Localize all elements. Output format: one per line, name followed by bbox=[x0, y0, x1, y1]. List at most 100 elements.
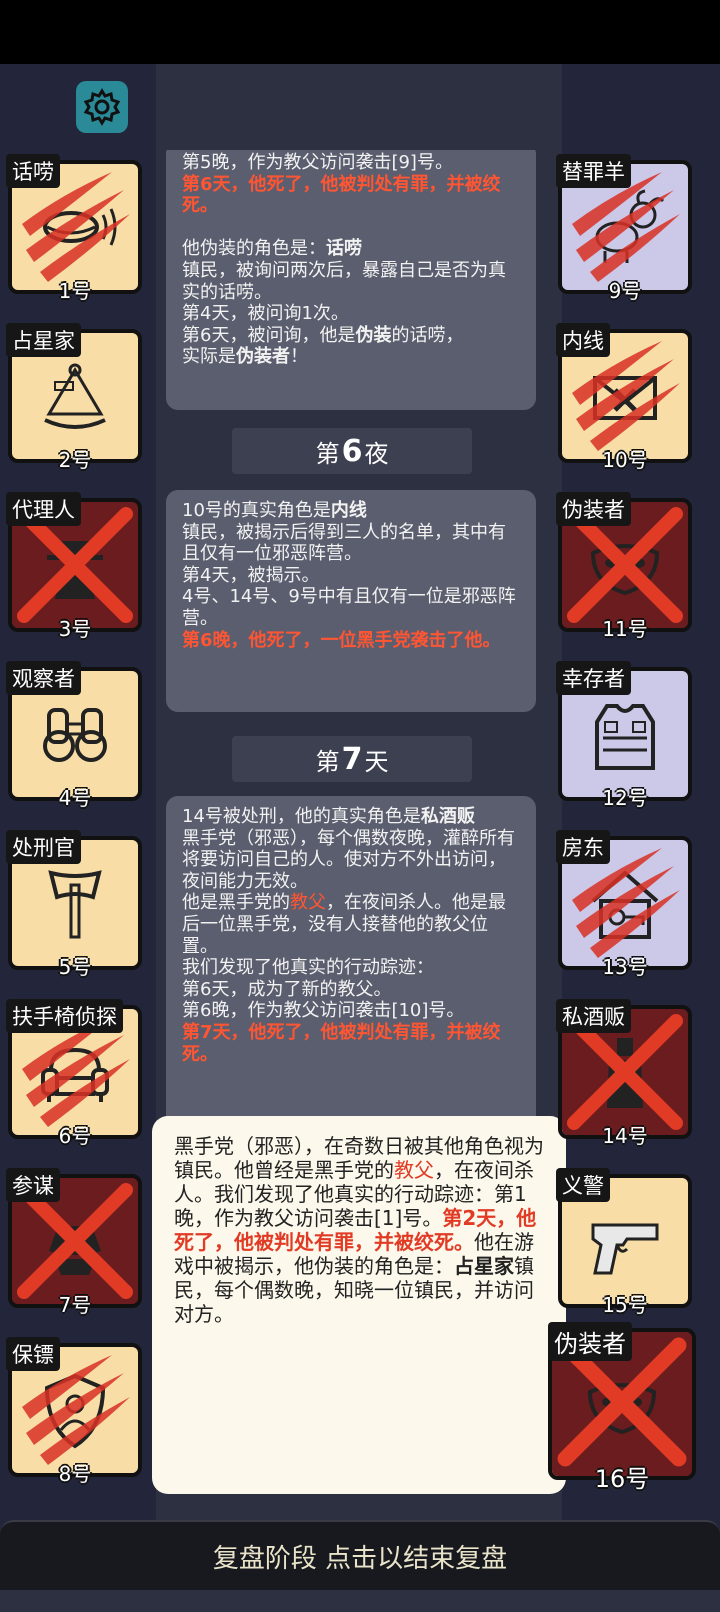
log-text: 10号的真实角色是 bbox=[182, 500, 331, 521]
log-line: 第6天，他死了，他被判处有罪，并被绞死。 bbox=[182, 173, 501, 217]
shield-icon bbox=[44, 1373, 106, 1449]
mask-icon bbox=[587, 1383, 657, 1435]
log-header-day7: 第7天 bbox=[232, 736, 472, 782]
header-prefix: 第 bbox=[315, 439, 340, 468]
role-highlight: 占星家 bbox=[454, 1254, 514, 1278]
log-line: 第6晚，作为教父访问袭击[10]号。 bbox=[182, 1000, 465, 1022]
log-text: 的话唠， bbox=[391, 324, 464, 346]
seat-number: 7号 bbox=[58, 1293, 92, 1317]
log-line: 第4天，被问询1次。 bbox=[182, 303, 349, 325]
log-line: 第4天，被揭示。 bbox=[182, 564, 320, 586]
log-line: 第6晚，他死了，一位黑手党袭击了他。 bbox=[182, 629, 501, 651]
log-line: 我们发现了他真实的行动踪迹： bbox=[214, 1182, 494, 1206]
log-line: 镇民，被询问两次后，暴露自己是否为真实的话唠。 bbox=[182, 259, 506, 303]
binoculars-icon bbox=[43, 708, 107, 762]
role-highlight: 教父 bbox=[394, 1158, 434, 1182]
role-detail-popup[interactable]: 黑手党（邪恶），在奇数日被其他角色视为镇民。他曾经是黑手党的教父，在夜间杀人。我… bbox=[152, 1116, 566, 1494]
log-text: 14号被处刑，他的真实角色是 bbox=[182, 806, 421, 827]
player-card[interactable]: 伪装者 11号 bbox=[556, 492, 692, 641]
game-log[interactable]: 第5晚，作为教父访问袭击[9]号。 第6天，他死了，他被判处有罪，并被绞死。 他伪… bbox=[152, 150, 562, 1130]
armchair-icon bbox=[41, 1047, 109, 1102]
end-review-button[interactable]: 复盘阶段 点击以结束复盘 bbox=[0, 1520, 720, 1590]
envelope-icon bbox=[593, 376, 657, 420]
seat-number: 4号 bbox=[58, 786, 92, 810]
log-text: ！ bbox=[290, 346, 308, 368]
role-name: 伪装者 bbox=[548, 1322, 632, 1361]
log-line: 他是黑手党的教父，在夜间杀人。他是最后一位黑手党，没有人接替他的教父位置。 bbox=[182, 892, 520, 957]
log-text: 他伪装的角色是： bbox=[182, 238, 326, 260]
player-card[interactable]: 话唠 1号 bbox=[6, 154, 142, 303]
log-header-night6: 第6夜 bbox=[232, 428, 472, 474]
settings-button[interactable] bbox=[76, 81, 128, 133]
role-name: 观察者 bbox=[6, 661, 81, 695]
player-card[interactable]: 私酒贩 14号 bbox=[556, 999, 692, 1148]
seat-number: 2号 bbox=[58, 448, 92, 472]
seat-number: 1号 bbox=[58, 279, 92, 303]
seat-number: 10号 bbox=[602, 448, 648, 472]
player-card[interactable]: 义警 15号 bbox=[556, 1168, 692, 1317]
log-line: 第6天，成为了新的教父。 bbox=[182, 978, 392, 1000]
role-name: 占星家 bbox=[6, 323, 81, 357]
log-line: 黑手党（邪恶），每个偶数夜晚，灌醉所有将要访问自己的人。使对方不外出访问，夜间能… bbox=[182, 827, 515, 892]
player-card[interactable]: 处刑官 5号 bbox=[6, 830, 142, 979]
seat-number: 11号 bbox=[602, 617, 648, 641]
log-text: 他曾经是黑手党的 bbox=[234, 1158, 394, 1182]
seat-number: 16号 bbox=[594, 1465, 650, 1493]
header-number: 6 bbox=[341, 433, 363, 469]
player-card[interactable]: 扶手椅侦探 6号 bbox=[6, 999, 142, 1148]
log-line: 第5晚，作为教父访问袭击[9]号。 bbox=[182, 152, 453, 173]
role-highlight: 话唠 bbox=[326, 238, 362, 260]
player-card[interactable]: 内线 10号 bbox=[556, 323, 692, 472]
log-line: 10号的真实角色是内线 bbox=[182, 500, 520, 522]
bottle-icon bbox=[607, 1038, 643, 1108]
axe-icon bbox=[48, 870, 102, 939]
player-card[interactable]: 占星家 2号 bbox=[6, 323, 142, 472]
header-suffix: 夜 bbox=[364, 439, 389, 468]
role-highlight: 私酒贩 bbox=[420, 806, 475, 827]
status-bar bbox=[0, 0, 720, 64]
player-card[interactable]: 伪装者 16号 bbox=[548, 1322, 696, 1493]
role-name: 幸存者 bbox=[556, 661, 631, 695]
role-name: 房东 bbox=[556, 830, 610, 864]
player-card[interactable]: 保镖 8号 bbox=[6, 1337, 142, 1486]
log-line: 他伪装的角色是：话唠 bbox=[182, 238, 520, 260]
seat-number: 5号 bbox=[58, 955, 92, 979]
log-text: 实际是 bbox=[182, 346, 236, 368]
role-name: 话唠 bbox=[6, 154, 60, 188]
log-line: 镇民，被揭示后得到三人的名单，其中有且仅有一位邪恶阵营。 bbox=[182, 521, 506, 565]
player-card[interactable]: 幸存者 12号 bbox=[556, 661, 692, 810]
seat-number: 13号 bbox=[602, 955, 648, 979]
seat-number: 15号 bbox=[602, 1293, 648, 1317]
vest-icon bbox=[595, 704, 655, 770]
player-card[interactable]: 观察者 4号 bbox=[6, 661, 142, 810]
header-suffix: 天 bbox=[364, 747, 389, 776]
hat-icon bbox=[49, 1226, 101, 1275]
log-entry-night6: 10号的真实角色是内线 镇民，被揭示后得到三人的名单，其中有且仅有一位邪恶阵营。第… bbox=[166, 490, 536, 712]
log-text: 他是黑手党的 bbox=[182, 892, 290, 914]
log-text: 第6天，被问询，他是 bbox=[182, 324, 356, 346]
log-entry-day6: 第5晚，作为教父访问袭击[9]号。 第6天，他死了，他被判处有罪，并被绞死。 他伪… bbox=[166, 150, 536, 410]
log-line: 第6天，被问询，他是伪装的话唠， bbox=[182, 325, 520, 347]
pistol-icon bbox=[591, 1223, 659, 1275]
mouth-icon bbox=[43, 208, 117, 246]
role-highlight: 内线 bbox=[330, 500, 367, 521]
seat-number: 12号 bbox=[602, 786, 648, 810]
seat-number: 9号 bbox=[608, 279, 642, 303]
role-name: 义警 bbox=[556, 1168, 610, 1202]
house-key-icon bbox=[591, 870, 659, 939]
log-line: 实际是伪装者！ bbox=[182, 346, 520, 368]
player-card[interactable]: 参谋 7号 bbox=[6, 1168, 142, 1317]
player-card[interactable]: 代理人 3号 bbox=[6, 492, 142, 641]
log-line: 第7天，他死了，他被判处有罪，并被绞死。 bbox=[182, 1021, 501, 1065]
player-card[interactable]: 房东 13号 bbox=[556, 830, 692, 979]
log-line: 我们发现了他真实的行动踪迹： bbox=[182, 957, 434, 979]
role-highlight: 伪装 bbox=[355, 324, 392, 346]
spy-icon bbox=[47, 541, 103, 599]
mask-icon bbox=[590, 544, 660, 596]
sextant-icon bbox=[44, 363, 106, 429]
header-number: 7 bbox=[341, 741, 363, 777]
player-card[interactable]: 替罪羊 9号 bbox=[556, 154, 692, 303]
gear-icon bbox=[83, 88, 121, 126]
role-name: 代理人 bbox=[6, 492, 81, 526]
